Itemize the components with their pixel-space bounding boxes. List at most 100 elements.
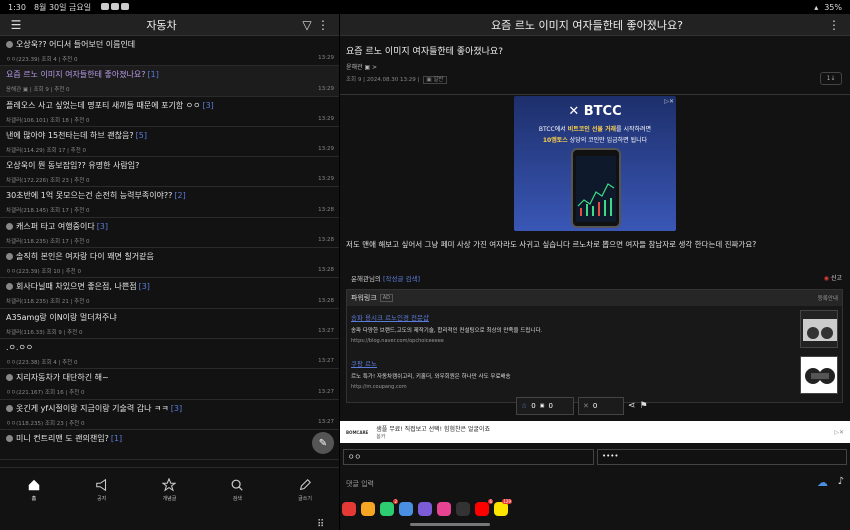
post-meta: 차갤러(118.235) 조회 21 | 추천 0 [6,299,90,306]
menu-icon[interactable]: ☰ [8,17,24,33]
ad-headline: 샘플 무료! 직접보고 선택! 힘험찬은 얼굴이죠 [376,426,490,433]
post-title: 오상욱?? 어디서 들어보던 이름인데 [6,39,333,50]
btcc-logo: ✕ BTCC [568,104,622,119]
app-grid-icon[interactable]: ⠿ [317,519,324,530]
post-meta: ㅇㅇ(118.235) 조회 23 | 추천 0 [6,420,85,427]
share-icon[interactable]: ⋖ [628,401,636,411]
post-list-item[interactable]: 30초반에 1억 못모으는건 순전히 능력부족이야?? [2] 차갤러(218.14… [0,187,339,218]
post-title: 옷긴게 yf시절이랑 지금이랑 기술력 갑나 ㅋㅋ [3] [6,403,333,414]
post-title: 회사다닐때 차있으면 좋은점, 나쁜점 [3] [6,281,333,292]
cloud-icon[interactable]: ☁ [817,476,828,489]
taskbar-dock: 2 6 129 [342,497,552,521]
search-posts-link[interactable]: [작성글 검색] [383,275,420,283]
post-title: 캐스퍼 타고 여행중이다 [3] [6,221,333,232]
post-list-item[interactable]: 낸에 많아야 15천타는데 하브 괜찮음? [5] 차갤러(114.29) 조회 1… [0,127,339,158]
post-title-text: 30초반에 1억 못모으는건 순전히 능력부족이야?? [6,191,173,201]
post-list-item[interactable]: 요즘 르노 이미지 여자들한테 좋아졌나요? [1] 윤해관 ▣ | 조회 9 | … [0,66,339,97]
comment-count: [3] [96,221,109,231]
register-guide-link[interactable]: 등록안내 [818,294,838,302]
nav-label: 공지 [97,496,107,502]
ad-close-icon[interactable]: ▷✕ [834,429,844,436]
downvote-button[interactable]: ✕ 0 [578,397,624,415]
bottom-nav: 홈 공지 개념글 검색 글쓰기 [0,467,339,512]
post-title-text: 캐스퍼 타고 여행중이다 [16,221,95,231]
powerlink-item-title[interactable]: 송파 용시크 르노인경 전문샵 [351,312,796,322]
more-vert-icon[interactable]: ⋮ [315,17,331,33]
ad-tag: AD [379,294,394,302]
post-meta: 차갤러(114.29) 조회 17 | 추천 0 [6,147,87,154]
powerlink-item-url: http://m.coupang.com [351,384,407,390]
home-indicator[interactable] [410,523,490,526]
comment-count: [1] [110,433,123,443]
comment-input[interactable]: 댓글 입력 [346,479,374,489]
category-tag: ▣ 일반 [423,76,447,84]
post-meta: 윤해관 ▣ | 조회 9 | 추천 0 [6,87,70,94]
post-list-item[interactable]: 캐스퍼 타고 여행중이다 [3] 차갤러(118.235) 조회 17 | 추천 0… [0,218,339,249]
upvote-count: 0 [531,402,536,410]
powerlink-item[interactable]: 송파 용시크 르노인경 전문샵 송파 다양한 브랜드,고도의 제작기술, 합리적… [351,312,796,344]
post-list-item[interactable]: 솔직히 본인은 여자랑 다이 꽤면 칠거같음 ㅇㅇ(223.39) 조회 10 |… [0,248,339,279]
vote-row: ☆ 0 ▣ 0 ✕ 0 ⋖ ⚑ [516,397,676,415]
app-icon-internet[interactable] [418,502,432,516]
megaphone-icon [95,478,106,492]
post-title-text: 솔직히 본인은 여자랑 다이 꽤면 칠거같음 [16,252,154,262]
kakao-badge: 129 [502,499,512,504]
btcc-ad-banner[interactable]: ✕ BTCC BTCC에서 비트코인 선물 거래를 시작하려면 10엠토스 상당… [514,96,676,231]
author-name[interactable]: 윤해관 ▣ > [346,62,377,71]
nav-home[interactable]: 홈 [0,468,68,512]
upvote-button[interactable]: ☆ 0 ▣ 0 [516,397,574,415]
app-icon-flipboard[interactable] [342,502,356,516]
car-accessory-thumbnail[interactable] [800,356,838,394]
app-icon-folder[interactable] [361,502,375,516]
post-list-item[interactable]: 지리자동차가 대단하긴 해~ ㅇㅇ(221.167) 조회 16 | 추천 0 13… [0,369,339,400]
post-list-item[interactable]: 회사다닐때 차있으면 좋은점, 나쁜점 [3] 차갤러(118.235) 조회 21… [0,278,339,309]
app-divider [456,502,470,516]
post-list-item[interactable]: 옷긴게 yf시절이랑 지금이랑 기술력 갑나 ㅋㅋ [3] ㅇㅇ(118.235) … [0,400,339,430]
powerlink-item-title[interactable]: 쿠팡 르노 [351,358,796,368]
post-title-text: 회사다닐때 차있으면 좋은점, 나쁜점 [16,282,137,292]
post-list-item[interactable]: 미니 컨트리맨 도 괜의챈임? [1] [0,430,339,461]
more-vert-icon[interactable]: ⋮ [826,17,842,33]
app-icon-gallery[interactable] [437,502,451,516]
post-title: 오상욱이 뭔 동보잡임?? 유명한 사람임? [6,160,333,171]
nav-megaphone[interactable]: 공지 [68,468,136,512]
image-attached-icon [6,41,13,48]
post-title-text: 플레오스 사고 싶었는데 명포티 새끼들 때문에 포기함 ㅇㅇ [6,100,201,110]
bottom-ad-banner[interactable]: BOMCARE 샘플 무료! 직접보고 선택! 힘험찬은 얼굴이죠 봄카 ▷✕ [340,421,850,443]
comment-count: [1] [147,70,159,80]
comment-count: [3] [170,403,183,413]
car-interior-thumbnail[interactable] [800,310,838,348]
post-title-text: 요즘 르노 이미지 여자들한테 좋아졌나요? [6,70,146,80]
post-time: 13:28 [318,237,334,244]
nav-pencil[interactable]: 글쓰기 [271,468,339,512]
post-list-item[interactable]: 오상욱?? 어디서 들어보던 이름인데 ㅇㅇ(223.39) 조회 4 | 추천 … [0,36,339,67]
nav-label: 글쓰기 [298,496,312,502]
app-icon-phone[interactable]: 2 [380,499,398,516]
post-time: 13:29 [318,85,334,92]
mic-icon[interactable]: ♪ [838,476,844,487]
sort-button[interactable]: 1↓ [820,72,842,85]
password-input[interactable]: •••• [597,449,847,465]
nickname-input[interactable]: ㅇㅇ [343,449,594,465]
post-list-item[interactable]: 플레오스 사고 싶었는데 명포티 새끼들 때문에 포기함 ㅇㅇ [3] 차갤러(10… [0,97,339,127]
bookmark-icon[interactable]: ⚑ [640,401,648,411]
post-list-item[interactable]: A35amg랑 이N이랑 멀더쳐주냐 차갤러(116.33) 조회 9 | 추천 … [0,309,339,339]
post-time: 13:27 [318,327,334,334]
nav-label: 개념글 [162,496,177,502]
app-icon-messages[interactable] [399,502,413,516]
nav-search[interactable]: 검색 [203,468,271,512]
write-fab-button[interactable]: ✎ [312,432,334,454]
post-list-item[interactable]: 오상욱이 뭔 동보잡임?? 유명한 사람임? 차갤러(172.226) 조회 23… [0,157,339,188]
ad-close-icon[interactable]: ▷✕ [664,98,674,105]
nav-star[interactable]: 개념글 [136,468,204,512]
pencil-icon [299,479,312,491]
report-button[interactable]: ◉ 신고 [824,273,842,282]
post-time: 13:29 [318,146,334,153]
article-header-title: 요즘 르노 이미지 여자들한테 좋아졌나요? [491,18,683,32]
powerlink-item[interactable]: 쿠팡 르노 르노 특가! 자동차캠쉬고리, 키홀더, 와우회원은 하나만 사도 … [351,358,796,390]
app-icon-youtube[interactable]: 6 [475,499,493,516]
filter-icon[interactable]: ▽ [299,17,315,33]
post-time: 13:28 [318,206,334,213]
app-icon-kakaotalk[interactable]: 129 [494,499,512,516]
post-list-item[interactable]: .ㅇ.ㅇㅇ ㅇㅇ(223.38) 조회 4 | 추천 0 13:27 [0,339,339,370]
